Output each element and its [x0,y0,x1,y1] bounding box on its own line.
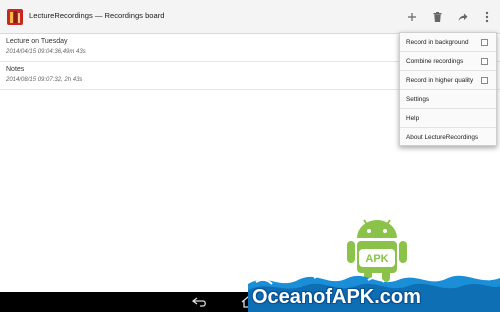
recording-details: 2014/08/15 09:07:32, 2h 43s [6,77,83,83]
checkbox[interactable] [481,77,488,84]
more-vert-icon [485,11,489,23]
menu-item-record-higher-quality[interactable]: Record in higher quality [400,71,496,90]
watermark-text: OceanofAPK.com [252,286,421,308]
recording-title: Lecture on Tuesday [6,38,68,45]
apk-badge-text: APK [365,253,388,265]
recording-title: Notes [6,66,25,73]
menu-item-help[interactable]: Help [400,109,496,128]
menu-item-record-in-background[interactable]: Record in background [400,33,496,52]
checkbox[interactable] [481,58,488,65]
overflow-menu-button[interactable] [480,10,494,24]
add-button[interactable] [405,10,419,24]
menu-item-combine-recordings[interactable]: Combine recordings [400,52,496,71]
menu-item-label: Record in background [406,39,469,46]
checkbox[interactable] [481,39,488,46]
app-title: LectureRecordings — Recordings board [29,11,165,20]
plus-icon [408,13,416,21]
menu-item-settings[interactable]: Settings [400,90,496,109]
menu-item-label: Settings [406,96,430,103]
share-icon [458,13,468,21]
share-button[interactable] [456,10,470,24]
recording-details: 2014/04/15 09:04:36,49m 43s [6,49,86,55]
menu-item-about[interactable]: About LectureRecordings [400,128,496,147]
menu-item-label: About LectureRecordings [406,134,479,141]
trash-icon [433,12,441,22]
overflow-menu: Record in background Combine recordings … [399,32,497,146]
action-bar: LectureRecordings — Recordings board [0,0,500,34]
app-book-icon[interactable] [6,8,24,26]
menu-item-label: Combine recordings [406,58,464,65]
back-icon[interactable] [192,296,208,308]
watermark: APK OceanofAPK.com [248,216,500,312]
delete-button[interactable] [430,10,444,24]
menu-item-label: Record in higher quality [406,77,474,84]
menu-item-label: Help [406,115,420,122]
